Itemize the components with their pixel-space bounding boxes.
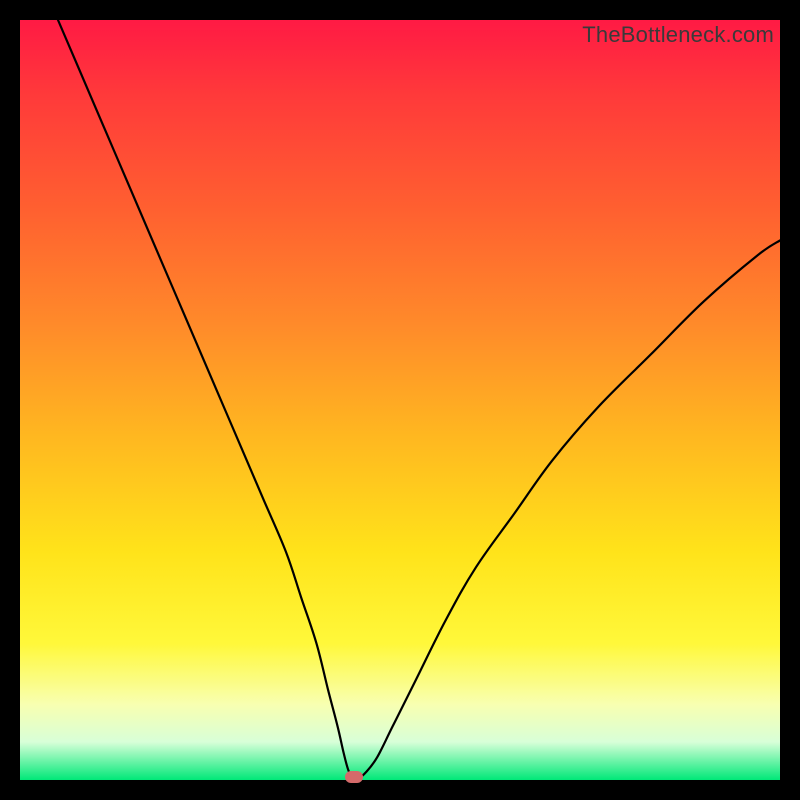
plot-area: TheBottleneck.com xyxy=(20,20,780,780)
minimum-marker xyxy=(345,771,363,783)
chart-frame: TheBottleneck.com xyxy=(0,0,800,800)
bottleneck-curve xyxy=(20,20,780,780)
